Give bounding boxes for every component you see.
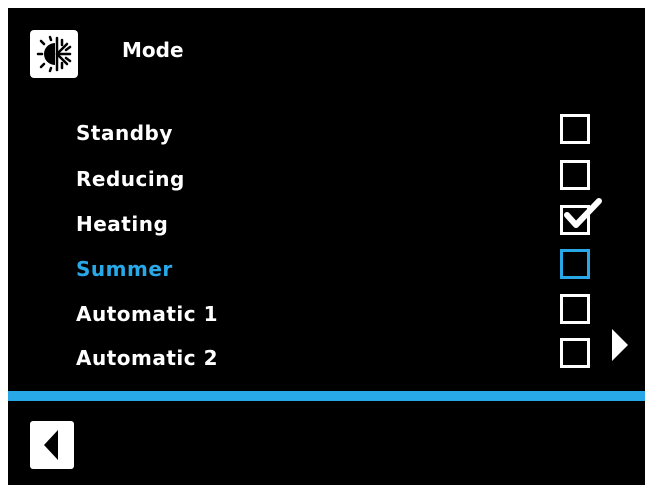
footer-divider (8, 391, 645, 401)
checkbox-automatic-1[interactable] (560, 294, 590, 324)
checkbox-summer[interactable] (560, 249, 590, 279)
mode-label-automatic-2[interactable]: Automatic 2 (76, 346, 218, 370)
triangle-right-icon[interactable] (610, 327, 630, 363)
mode-label-heating[interactable]: Heating (76, 212, 168, 236)
back-button[interactable] (30, 421, 74, 469)
mode-label-reducing[interactable]: Reducing (76, 167, 185, 191)
mode-label-summer[interactable]: Summer (76, 257, 173, 281)
checkbox-standby[interactable] (560, 114, 590, 144)
checkmark-icon (564, 198, 602, 228)
checkbox-automatic-2[interactable] (560, 338, 590, 368)
checkbox-reducing[interactable] (560, 160, 590, 190)
mode-label-automatic-1[interactable]: Automatic 1 (76, 302, 218, 326)
mode-label-standby[interactable]: Standby (76, 121, 173, 145)
heat-cool-mode-icon (30, 30, 78, 78)
triangle-left-icon (44, 430, 58, 460)
mode-screen: Mode Standby Reducing Heating Summer Aut… (8, 8, 645, 485)
page-title: Mode (122, 38, 184, 62)
